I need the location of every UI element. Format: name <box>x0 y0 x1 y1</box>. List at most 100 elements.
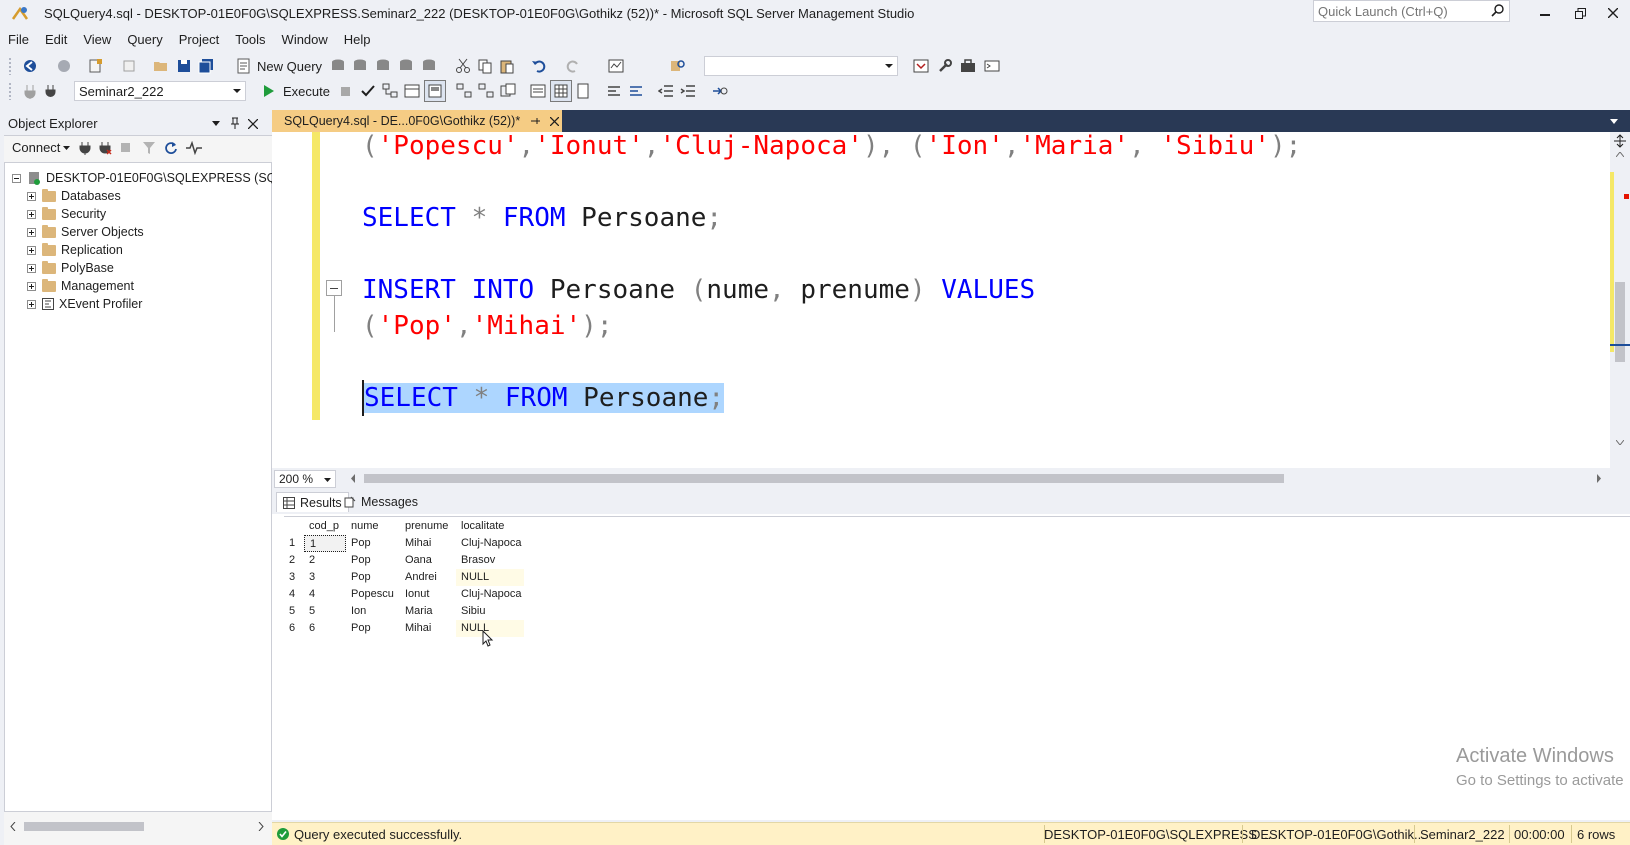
grid-cell-cod-p[interactable]: 6 <box>304 620 346 637</box>
grid-cell-prenume[interactable]: Maria <box>400 603 456 620</box>
client-statistics-icon[interactable] <box>500 83 516 99</box>
parse-checkmark-icon[interactable] <box>360 83 376 99</box>
change-connection-icon[interactable] <box>44 83 60 99</box>
live-query-stats-icon[interactable] <box>478 83 494 99</box>
menu-help[interactable]: Help <box>336 28 379 52</box>
grid-cell-localitate-null[interactable]: NULL <box>456 569 524 586</box>
cut-icon[interactable] <box>455 58 471 74</box>
menu-project[interactable]: Project <box>171 28 227 52</box>
scrollbar-thumb[interactable] <box>364 474 1284 483</box>
add-item-icon[interactable] <box>122 58 138 74</box>
grid-cell-nume[interactable]: Pop <box>346 535 400 552</box>
close-panel-icon[interactable] <box>248 119 258 129</box>
tree-node-security[interactable]: Security <box>27 205 106 223</box>
query-designer-icon[interactable] <box>404 83 420 99</box>
column-header-nume[interactable]: nume <box>346 518 400 535</box>
menu-view[interactable]: View <box>75 28 119 52</box>
uncomment-icon[interactable] <box>628 83 644 99</box>
outline-collapse-toggle[interactable] <box>326 280 342 296</box>
undo-icon[interactable] <box>531 58 547 74</box>
save-icon[interactable] <box>176 58 192 74</box>
tree-node-xevent-profiler[interactable]: XEvent Profiler <box>27 295 142 313</box>
menu-tools[interactable]: Tools <box>227 28 273 52</box>
row-number[interactable]: 1 <box>284 535 304 552</box>
column-header-prenume[interactable]: prenume <box>400 518 456 535</box>
scroll-left-icon[interactable] <box>10 822 16 831</box>
grid-cell-nume[interactable]: Pop <box>346 620 400 637</box>
specify-template-values-icon[interactable] <box>712 83 728 99</box>
forward-icon[interactable] <box>56 58 72 74</box>
properties-wrench-icon[interactable] <box>937 58 953 74</box>
row-number[interactable]: 6 <box>284 620 304 637</box>
toolbar-grip[interactable] <box>8 57 12 75</box>
search-icon[interactable] <box>1491 3 1505 17</box>
tree-node-server[interactable]: DESKTOP-01E0F0G\SQLEXPRESS (SQL Se <box>12 169 302 187</box>
execute-button[interactable]: Execute <box>262 81 330 101</box>
expand-toggle-icon[interactable] <box>27 281 36 291</box>
pin-tab-icon[interactable] <box>530 116 541 126</box>
scrollbar-thumb[interactable] <box>1615 282 1625 362</box>
grid-cell-localitate[interactable]: Cluj-Napoca <box>456 586 524 603</box>
row-number[interactable]: 3 <box>284 569 304 586</box>
column-header-localitate[interactable]: localitate <box>456 518 524 535</box>
menu-edit[interactable]: Edit <box>37 28 75 52</box>
grid-cell-localitate[interactable]: Sibiu <box>456 603 524 620</box>
expand-toggle-icon[interactable] <box>27 227 36 237</box>
minimize-button[interactable] <box>1530 2 1560 24</box>
find-combo[interactable] <box>704 56 898 76</box>
increase-indent-icon[interactable] <box>680 83 696 99</box>
tree-node-management[interactable]: Management <box>27 277 134 295</box>
comment-out-icon[interactable] <box>606 83 622 99</box>
new-project-icon[interactable] <box>88 58 104 74</box>
restore-button[interactable] <box>1565 2 1595 24</box>
back-icon[interactable] <box>22 58 38 74</box>
row-number[interactable]: 4 <box>284 586 304 603</box>
grid-cell-cod-p[interactable]: 1 <box>304 535 346 552</box>
solution-explorer-icon[interactable] <box>913 58 929 74</box>
activity-monitor-icon[interactable] <box>186 141 202 155</box>
tree-node-databases[interactable]: Databases <box>27 187 121 205</box>
grid-cell-prenume[interactable]: Ionut <box>400 586 456 603</box>
grid-cell-prenume[interactable]: Mihai <box>400 535 456 552</box>
grid-cell-cod-p[interactable]: 5 <box>304 603 346 620</box>
scroll-right-icon[interactable] <box>258 822 264 831</box>
close-window-button[interactable] <box>1598 2 1628 24</box>
database-engine-query-icon[interactable] <box>330 58 346 74</box>
find-icon[interactable] <box>670 58 686 74</box>
expand-toggle-icon[interactable] <box>27 209 36 219</box>
xmla-query-icon[interactable] <box>398 58 414 74</box>
split-editor-icon[interactable] <box>1613 134 1627 148</box>
object-explorer-horizontal-scrollbar[interactable] <box>4 818 272 834</box>
menu-window[interactable]: Window <box>274 28 336 52</box>
filter-icon[interactable] <box>142 141 156 155</box>
expand-toggle-icon[interactable] <box>27 263 36 273</box>
tree-node-polybase[interactable]: PolyBase <box>27 259 114 277</box>
copy-icon[interactable] <box>477 58 493 74</box>
open-file-icon[interactable] <box>153 58 169 74</box>
paste-icon[interactable] <box>499 58 515 74</box>
available-databases-select[interactable]: Seminar2_222 <box>74 81 246 101</box>
row-number[interactable]: 5 <box>284 603 304 620</box>
grid-cell-localitate[interactable]: Brasov <box>456 552 524 569</box>
display-estimated-plan-icon[interactable] <box>382 83 398 99</box>
results-to-file-icon[interactable] <box>576 83 592 99</box>
grid-cell-prenume[interactable]: Andrei <box>400 569 456 586</box>
decrease-indent-icon[interactable] <box>658 83 674 99</box>
results-to-text-toggle[interactable] <box>424 80 446 102</box>
grid-cell-cod-p[interactable]: 4 <box>304 586 346 603</box>
dax-query-icon[interactable] <box>421 58 437 74</box>
toolbox-icon[interactable] <box>960 58 976 74</box>
results-to-text-icon[interactable] <box>530 83 546 99</box>
results-to-grid-toggle[interactable] <box>550 80 572 102</box>
menu-file[interactable]: File <box>0 28 37 52</box>
editor-vertical-scrollbar[interactable] <box>1610 132 1630 468</box>
dmx-query-icon[interactable] <box>375 58 391 74</box>
grid-cell-prenume[interactable]: Oana <box>400 552 456 569</box>
grid-cell-nume[interactable]: Pop <box>346 569 400 586</box>
connect-dropdown[interactable]: Connect <box>12 140 71 155</box>
grid-cell-localitate[interactable]: Cluj-Napoca <box>456 535 524 552</box>
toolbar-grip[interactable] <box>8 82 12 100</box>
new-query-button[interactable]: New Query <box>236 56 322 76</box>
expand-toggle-icon[interactable] <box>27 299 36 309</box>
scrollbar-thumb[interactable] <box>24 822 144 831</box>
